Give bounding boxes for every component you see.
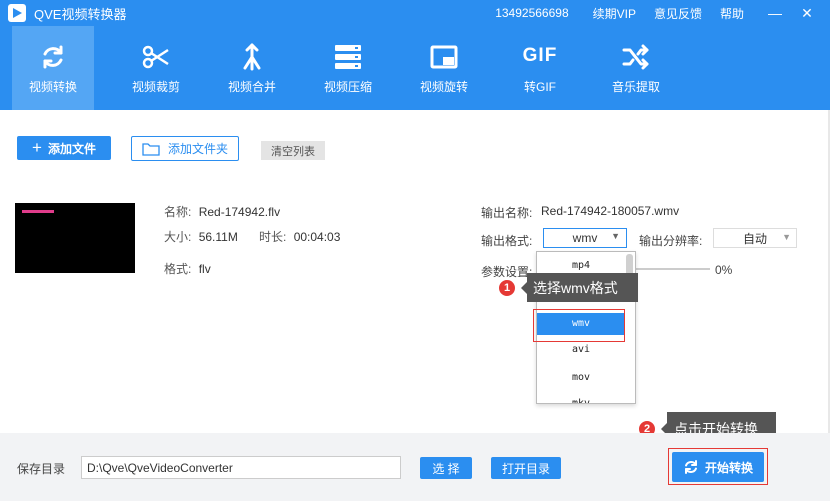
shuffle-icon xyxy=(622,44,649,69)
convert-icon xyxy=(43,45,63,68)
nav-label: 视频压缩 xyxy=(323,79,372,94)
title-bar: QVE视频转换器 13492566698 续期VIP 意见反馈 帮助 — ✕ xyxy=(0,0,830,26)
add-file-button[interactable]: + 添加文件 xyxy=(17,136,111,160)
choose-dir-button[interactable]: 选 择 xyxy=(420,457,472,479)
add-file-label: 添加文件 xyxy=(47,141,96,156)
nav-label: 视频旋转 xyxy=(419,79,468,94)
add-folder-label: 添加文件夹 xyxy=(167,142,228,156)
format-option-mkv[interactable]: mkv xyxy=(537,393,625,403)
chevron-down-icon: ▼ xyxy=(611,231,620,241)
thumbnail-content xyxy=(22,210,54,213)
file-format-label: 格式: xyxy=(164,262,192,276)
compress-icon xyxy=(335,44,361,69)
save-path-input[interactable] xyxy=(81,456,401,479)
feature-nav: 视频转换 视频裁剪 视频合并 视频压缩 视频旋转 GIF 转GIF 音乐提取 xyxy=(0,26,830,110)
format-option-avi[interactable]: avi xyxy=(537,339,625,361)
video-thumbnail xyxy=(15,203,135,273)
output-resolution-select[interactable]: 自动 ▼ xyxy=(713,228,797,248)
gif-icon: GIF xyxy=(522,44,558,66)
output-format-select[interactable]: wmv ▼ xyxy=(543,228,627,248)
step1-badge: 1 xyxy=(498,279,516,297)
nav-label: 视频裁剪 xyxy=(131,79,180,94)
renew-vip-link[interactable]: 续期VIP xyxy=(593,5,636,22)
merge-icon xyxy=(243,43,261,70)
nav-to-gif[interactable]: GIF 转GIF xyxy=(492,26,588,110)
file-size-label: 大小: xyxy=(164,230,192,244)
file-format-value: flv xyxy=(198,262,211,276)
minimize-button[interactable]: — xyxy=(766,5,784,21)
file-name-label: 名称: xyxy=(164,205,192,219)
highlight-wmv-option xyxy=(533,309,625,342)
help-link[interactable]: 帮助 xyxy=(720,5,744,22)
output-resolution-value: 自动 xyxy=(742,231,767,246)
plus-icon: + xyxy=(32,138,42,157)
nav-video-crop[interactable]: 视频裁剪 xyxy=(108,26,204,110)
rotate-icon xyxy=(430,45,458,68)
output-resolution-label: 输出分辨率: xyxy=(639,234,703,248)
format-option-mov[interactable]: mov xyxy=(537,367,625,389)
save-dir-label: 保存目录 xyxy=(17,462,66,476)
title-bar-actions: 13492566698 续期VIP 意见反馈 帮助 — ✕ xyxy=(495,0,830,26)
nav-audio-extract[interactable]: 音乐提取 xyxy=(588,26,684,110)
params-percent: 0% xyxy=(715,263,733,277)
output-format-value: wmv xyxy=(572,231,598,245)
output-name-value[interactable]: Red-174942-180057.wmv xyxy=(541,204,679,218)
app-title: QVE视频转换器 xyxy=(34,6,127,22)
nav-video-convert[interactable]: 视频转换 xyxy=(12,26,94,110)
file-duration-row: 时长: 00:04:03 xyxy=(259,228,340,245)
folder-icon xyxy=(142,142,160,156)
file-name-row: 名称: Red-174942.flv xyxy=(164,203,280,220)
scissors-icon xyxy=(142,45,169,68)
file-name-value: Red-174942.flv xyxy=(198,205,281,219)
step1-text: 选择wmv格式 xyxy=(533,279,618,296)
close-button[interactable]: ✕ xyxy=(798,5,816,22)
file-duration-label: 时长: xyxy=(259,230,287,244)
account-phone: 13492566698 xyxy=(495,6,569,20)
feedback-link[interactable]: 意见反馈 xyxy=(654,5,702,22)
chevron-down-icon: ▼ xyxy=(782,232,791,242)
app-logo-icon xyxy=(8,4,26,22)
nav-label: 视频转换 xyxy=(28,79,77,94)
params-label: 参数设置: xyxy=(481,265,533,279)
add-folder-button[interactable]: 添加文件夹 xyxy=(131,136,239,161)
file-duration-value: 00:04:03 xyxy=(293,230,341,244)
open-dir-button[interactable]: 打开目录 xyxy=(491,457,561,479)
nav-video-rotate[interactable]: 视频旋转 xyxy=(396,26,492,110)
nav-video-compress[interactable]: 视频压缩 xyxy=(300,26,396,110)
highlight-start-button xyxy=(668,448,768,485)
file-size-row: 大小: 56.11M xyxy=(164,228,238,245)
output-name-label: 输出名称: xyxy=(481,206,533,220)
output-format-label: 输出格式: xyxy=(481,234,533,248)
nav-label: 音乐提取 xyxy=(611,79,660,94)
file-size-value: 56.11M xyxy=(198,230,238,244)
nav-video-merge[interactable]: 视频合并 xyxy=(204,26,300,110)
file-format-row: 格式: flv xyxy=(164,260,211,277)
nav-label: 转GIF xyxy=(524,79,556,94)
clear-list-button[interactable]: 清空列表 xyxy=(261,141,325,160)
nav-label: 视频合并 xyxy=(227,79,276,94)
step1-tooltip: 选择wmv格式 xyxy=(521,273,638,302)
